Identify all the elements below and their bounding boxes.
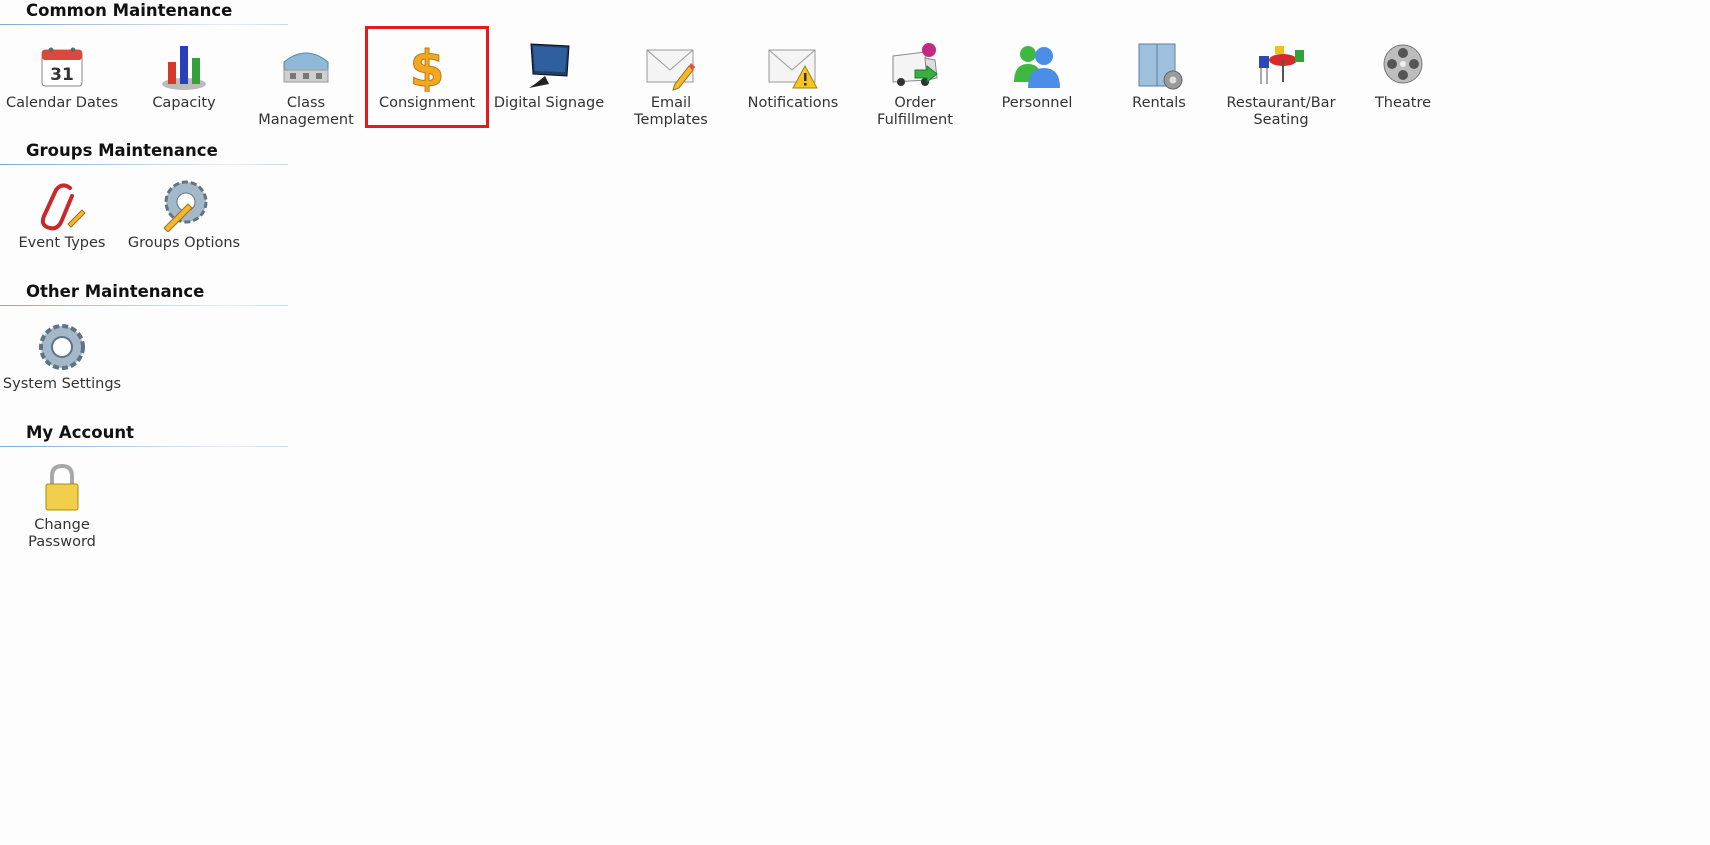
tile-label: Rentals <box>1132 95 1186 111</box>
tile-order-fulfillment[interactable]: Order Fulfillment <box>853 26 977 128</box>
tile-label: Change Password <box>28 517 96 550</box>
section-title: My Account <box>26 423 134 442</box>
tile-personnel[interactable]: Personnel <box>975 26 1099 128</box>
section-header: Groups Maintenance <box>0 140 288 165</box>
tile-label: Personnel <box>1001 95 1073 111</box>
tile-groups-options[interactable]: Groups Options <box>122 166 246 268</box>
tile-system-settings[interactable]: System Settings <box>0 307 124 409</box>
paperclip-icon <box>40 183 86 231</box>
envelope-pencil-icon <box>646 49 695 91</box>
tile-label: Notifications <box>747 95 839 111</box>
building-icon <box>283 52 329 83</box>
people-icon <box>1014 46 1060 88</box>
bar-chart-icon <box>162 46 206 90</box>
section-header: Other Maintenance <box>0 281 288 306</box>
section-header: Common Maintenance <box>0 0 288 25</box>
dollar-icon: $ <box>409 40 445 92</box>
tile-email-templates[interactable]: Email Templates <box>609 26 733 128</box>
tile-label: Order Fulfillment <box>877 95 953 128</box>
film-reel-icon <box>1383 44 1423 84</box>
tile-capacity[interactable]: Capacity <box>122 26 246 128</box>
tile-change-password[interactable]: Change Password <box>0 448 124 550</box>
section-title: Other Maintenance <box>26 282 205 301</box>
section-header: My Account <box>0 422 288 447</box>
tile-event-types[interactable]: Event Types <box>0 166 124 268</box>
calendar-icon: 31 <box>41 47 83 87</box>
tile-rentals[interactable]: Rentals <box>1097 26 1221 128</box>
tile-label: Calendar Dates <box>5 95 119 111</box>
tile-label: Theatre <box>1374 95 1432 111</box>
tile-theatre[interactable]: Theatre <box>1341 26 1465 128</box>
svg-text:31: 31 <box>50 65 74 85</box>
gear-icon <box>39 324 85 370</box>
delivery-truck-icon <box>892 43 938 86</box>
monitor-icon <box>529 43 570 88</box>
tile-label: Digital Signage <box>493 95 605 111</box>
table-chairs-icon <box>1259 46 1304 84</box>
envelope-warning-icon <box>768 49 818 89</box>
tile-notifications[interactable]: Notifications <box>731 26 855 128</box>
tile-label: Class Management <box>258 95 354 128</box>
gear-pencil-icon <box>163 180 208 232</box>
tile-label: Groups Options <box>127 235 241 251</box>
tile-label: Email Templates <box>634 95 708 128</box>
tile-restaurant-bar-seating[interactable]: Restaurant/Bar Seating <box>1219 26 1343 128</box>
locker-gear-icon <box>1138 43 1183 90</box>
tile-label: System Settings <box>2 376 122 392</box>
tile-label: Consignment <box>378 95 476 111</box>
tile-label: Capacity <box>152 95 216 111</box>
section-title: Groups Maintenance <box>26 141 218 160</box>
tile-label: Restaurant/Bar Seating <box>1226 95 1336 128</box>
tile-calendar-dates[interactable]: 31 Calendar Dates <box>0 26 124 128</box>
tile-consignment[interactable]: $ Consignment <box>365 26 489 128</box>
padlock-icon <box>45 463 79 511</box>
tile-label: Event Types <box>18 235 106 251</box>
svg-text:$: $ <box>410 40 445 92</box>
tile-class-management[interactable]: Class Management <box>244 26 368 128</box>
section-title: Common Maintenance <box>26 1 233 20</box>
tile-digital-signage[interactable]: Digital Signage <box>487 26 611 128</box>
